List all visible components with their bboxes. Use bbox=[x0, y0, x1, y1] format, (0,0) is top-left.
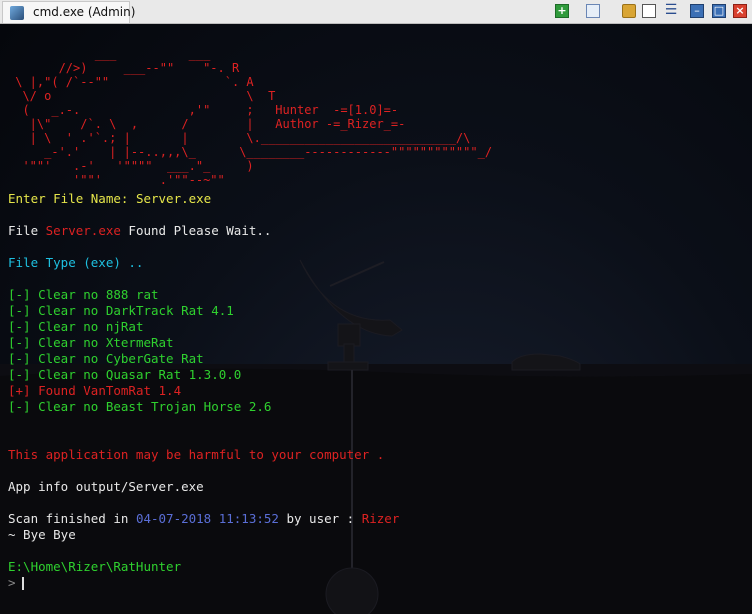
tab-title: cmd.exe (Admin) bbox=[33, 5, 136, 19]
console-tab[interactable]: cmd.exe (Admin) bbox=[2, 1, 135, 23]
scan-finished-line: Scan finished in 04-07-2018 11:13:52 by … bbox=[8, 511, 748, 527]
scan-result-text: Clear no XtermeRat bbox=[38, 335, 174, 350]
scan-result-text: Clear no CyberGate Rat bbox=[38, 351, 204, 366]
file-name-input-value: Server.exe bbox=[135, 191, 212, 206]
text-cursor bbox=[21, 577, 24, 590]
scan-result-text: Clear no Quasar Rat 1.3.0.0 bbox=[38, 367, 242, 382]
title-bar: cmd.exe (Admin) + ☰ – □ × bbox=[0, 0, 752, 24]
scan-result-status: [-] bbox=[8, 319, 31, 334]
scan-result-status: [-] bbox=[8, 303, 31, 318]
scan-result-text: Clear no 888 rat bbox=[38, 287, 159, 302]
scan-finished-prefix: Scan finished in bbox=[8, 511, 136, 526]
scan-result-status: [-] bbox=[8, 367, 31, 382]
minimize-icon[interactable]: – bbox=[690, 4, 704, 18]
found-file-name: Server.exe bbox=[45, 223, 121, 238]
scan-result-row: [-] Clear no DarkTrack Rat 4.1 bbox=[8, 303, 748, 319]
scan-result-status: [+] bbox=[8, 383, 31, 398]
lock-icon[interactable] bbox=[622, 4, 636, 18]
file-found-prefix: File bbox=[8, 223, 46, 238]
menu-icon[interactable]: ☰ bbox=[664, 3, 678, 18]
scan-result-status: [-] bbox=[8, 351, 31, 366]
scan-result-row: [-] Clear no 888 rat bbox=[8, 287, 748, 303]
file-name-prompt-label: Enter File Name: bbox=[8, 191, 136, 206]
scan-by-label: by user : bbox=[278, 511, 362, 526]
app-icon bbox=[10, 6, 24, 20]
bye-line: ~ Bye Bye bbox=[8, 527, 76, 542]
file-name-prompt-line: Enter File Name: Server.exe bbox=[8, 191, 748, 207]
current-directory-line: E:\Home\Rizer\RatHunter bbox=[8, 559, 182, 574]
scan-result-row: [-] Clear no Beast Trojan Horse 2.6 bbox=[8, 399, 748, 415]
file-found-line: File Server.exe Found Please Wait.. bbox=[8, 223, 748, 239]
scan-result-row: [-] Clear no Quasar Rat 1.3.0.0 bbox=[8, 367, 748, 383]
scan-result-status: [-] bbox=[8, 335, 31, 350]
scan-result-status: [-] bbox=[8, 287, 31, 302]
scan-result-row: [-] Clear no CyberGate Rat bbox=[8, 351, 748, 367]
console-output-area[interactable]: ___ ___ //>) ___--"" "-. R \ |,"( /`--""… bbox=[0, 24, 752, 614]
command-prompt-line[interactable]: > bbox=[8, 575, 748, 591]
scan-user: Rizer bbox=[361, 511, 400, 526]
scan-result-text: Clear no DarkTrack Rat 4.1 bbox=[38, 303, 234, 318]
scan-result-text: Clear no Beast Trojan Horse 2.6 bbox=[38, 399, 272, 414]
file-type-line: File Type (exe) .. bbox=[8, 255, 144, 270]
panes-icon[interactable] bbox=[642, 4, 656, 18]
scan-result-row: [-] Clear no njRat bbox=[8, 319, 748, 335]
warning-line: This application may be harmful to your … bbox=[8, 447, 385, 462]
scan-results-list: [-] Clear no 888 rat [-] Clear no DarkTra… bbox=[8, 287, 748, 415]
rat-hunter-ascii-banner: ___ ___ //>) ___--"" "-. R \ |,"( /`--""… bbox=[15, 47, 493, 187]
layout-icon[interactable] bbox=[586, 4, 600, 18]
scan-date: 04-07-2018 11:13:52 bbox=[135, 511, 279, 526]
scan-result-row: [+] Found VanTomRat 1.4 bbox=[8, 383, 748, 399]
maximize-icon[interactable]: □ bbox=[712, 4, 726, 18]
console-window: cmd.exe (Admin) + ☰ – □ × ___ ___ //>) _… bbox=[0, 0, 752, 614]
scan-result-text: Found VanTomRat 1.4 bbox=[38, 383, 182, 398]
close-icon[interactable]: × bbox=[733, 4, 747, 18]
new-console-plus-icon[interactable]: + bbox=[555, 4, 569, 18]
info-output-line: App info output/Server.exe bbox=[8, 479, 204, 494]
prompt-symbol: > bbox=[8, 575, 16, 590]
scan-result-text: Clear no njRat bbox=[38, 319, 144, 334]
file-found-suffix: Found Please Wait.. bbox=[120, 223, 272, 238]
scan-result-status: [-] bbox=[8, 399, 31, 414]
scan-result-row: [-] Clear no XtermeRat bbox=[8, 335, 748, 351]
